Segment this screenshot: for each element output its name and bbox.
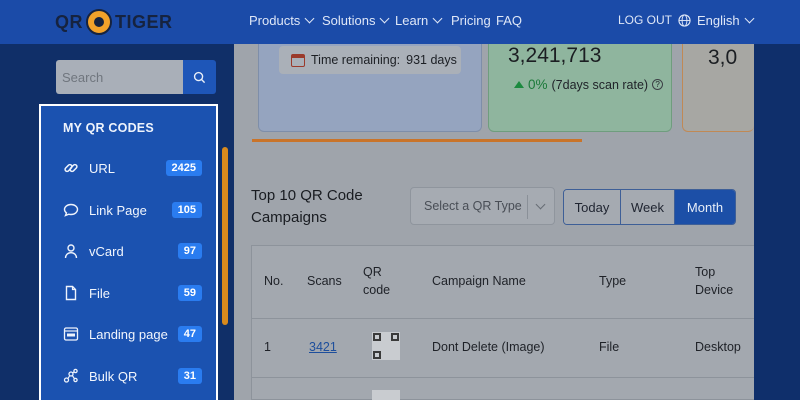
chat-bubble-icon xyxy=(63,202,79,218)
sidebar-item-label: URL xyxy=(89,160,116,176)
scan-rate-label: (7days scan rate) xyxy=(551,77,649,92)
range-toggle: Today Week Month xyxy=(563,189,736,225)
chevron-down-icon xyxy=(304,13,315,24)
logout-link[interactable]: LOG OUT xyxy=(618,13,672,27)
count-badge: 59 xyxy=(177,285,202,301)
sidebar-item-label: Bulk QR xyxy=(89,368,138,384)
select-divider xyxy=(527,195,528,219)
user-icon xyxy=(63,243,79,259)
table-divider xyxy=(252,318,755,319)
sidebar-item-vcard[interactable]: vCard 97 xyxy=(41,235,216,267)
sidebar-item-file[interactable]: File 59 xyxy=(41,277,216,309)
nav-learn[interactable]: Learn xyxy=(395,13,443,28)
row-scans-link[interactable]: 3421 xyxy=(309,340,337,354)
time-remaining-label: Time remaining: xyxy=(311,53,401,67)
count-badge: 97 xyxy=(177,243,202,259)
file-icon xyxy=(63,285,79,301)
table-divider xyxy=(252,377,755,378)
logo-text-right: TIGER xyxy=(115,11,173,32)
chevron-down-icon xyxy=(432,13,443,24)
sidebar-item-bulk-qr[interactable]: Bulk QR 31 xyxy=(41,360,216,392)
logo-text-left: QR xyxy=(55,11,83,32)
range-today-button[interactable]: Today xyxy=(564,190,621,224)
column-header-campaign-name: Campaign Name xyxy=(432,274,526,288)
row-type: File xyxy=(599,340,620,354)
column-header-qr-code: QR code xyxy=(363,265,391,297)
column-header-type: Type xyxy=(599,274,627,288)
calendar-icon xyxy=(291,53,305,67)
time-remaining-box: Time remaining: 931 days xyxy=(279,46,461,74)
progress-line xyxy=(252,139,582,142)
count-badge: 105 xyxy=(171,202,202,218)
chevron-down-icon xyxy=(380,13,390,24)
nav-solutions-label: Solutions xyxy=(322,13,376,28)
bulk-qr-icon xyxy=(63,368,79,384)
search-icon xyxy=(193,71,206,83)
nav-faq[interactable]: FAQ xyxy=(496,13,522,28)
chevron-down-icon xyxy=(535,199,546,210)
count-badge: 2425 xyxy=(165,160,202,176)
sidebar-item-label: Landing page xyxy=(89,326,168,342)
help-icon[interactable]: ? xyxy=(652,79,664,90)
row-number: 1 xyxy=(264,340,271,354)
nav-products[interactable]: Products xyxy=(249,13,315,28)
column-header-top-device: Top Device xyxy=(695,265,734,297)
qr-code-thumbnail[interactable] xyxy=(372,332,400,360)
column-header-scans: Scans xyxy=(307,274,342,288)
sidebar-item-landing-page[interactable]: Landing page 47 xyxy=(41,318,216,350)
sidebar-search xyxy=(56,60,216,94)
chevron-down-icon xyxy=(744,13,755,24)
landing-page-icon xyxy=(63,326,79,342)
qr-type-select[interactable]: Select a QR Type xyxy=(410,187,555,225)
qr-type-select-placeholder: Select a QR Type xyxy=(424,199,522,213)
campaigns-title: Top 10 QR Code Campaigns xyxy=(251,187,363,226)
tiger-icon xyxy=(86,9,112,35)
globe-icon xyxy=(678,14,691,27)
sidebar-item-url[interactable]: URL 2425 xyxy=(41,152,216,184)
nav-products-label: Products xyxy=(249,13,301,28)
third-stat-value: 3,0 xyxy=(708,46,738,69)
count-badge: 47 xyxy=(177,326,202,342)
dashboard-main: Time remaining: 931 days 3,241,713 3,0 0… xyxy=(234,44,755,400)
search-button[interactable] xyxy=(183,60,216,94)
nav-learn-label: Learn xyxy=(395,13,429,28)
sidebar-item-label: Link Page xyxy=(89,202,147,218)
language-selector[interactable]: English xyxy=(678,13,755,28)
right-backdrop xyxy=(754,44,800,400)
nav-pricing[interactable]: Pricing xyxy=(451,13,491,28)
total-scans-value: 3,241,713 xyxy=(508,44,602,67)
qr-code-thumbnail[interactable] xyxy=(372,390,400,400)
nav-faq-label: FAQ xyxy=(496,13,523,28)
count-badge: 31 xyxy=(177,368,202,384)
time-remaining-value: 931 days xyxy=(406,53,457,67)
search-input[interactable] xyxy=(56,60,183,94)
scan-rate-percent: 0% xyxy=(528,77,548,92)
sidebar-item-label: vCard xyxy=(89,243,124,259)
sidebar-item-link-page[interactable]: Link Page 105 xyxy=(41,194,216,226)
nav-solutions[interactable]: Solutions xyxy=(322,13,390,28)
time-remaining-card: Time remaining: 931 days xyxy=(258,44,482,132)
logout-label: LOG OUT xyxy=(618,13,673,27)
language-label: English xyxy=(697,13,740,28)
range-month-button[interactable]: Month xyxy=(675,190,735,224)
range-week-button[interactable]: Week xyxy=(621,190,675,224)
nav-pricing-label: Pricing xyxy=(451,13,491,28)
sidebar-title: MY QR CODES xyxy=(63,121,154,135)
sidebar-item-label: File xyxy=(89,285,110,301)
sidebar-scrollbar[interactable] xyxy=(222,147,228,325)
qr-tiger-logo[interactable]: QR TIGER xyxy=(55,8,173,36)
my-qr-codes-panel: MY QR CODES URL 2425 Link Page 105 vCard… xyxy=(39,104,218,400)
arrow-up-icon xyxy=(514,81,524,88)
scan-rate: 0% (7days scan rate) ? xyxy=(514,77,664,92)
link-icon xyxy=(63,160,79,176)
row-top-device: Desktop xyxy=(695,340,741,354)
campaigns-table: No. Scans QR code Campaign Name Type Top… xyxy=(251,245,755,400)
row-campaign-name: Dont Delete (Image) xyxy=(432,340,545,354)
top-navbar: QR TIGER Products Solutions Learn Pricin… xyxy=(0,0,800,44)
column-header-no: No. xyxy=(264,274,284,288)
